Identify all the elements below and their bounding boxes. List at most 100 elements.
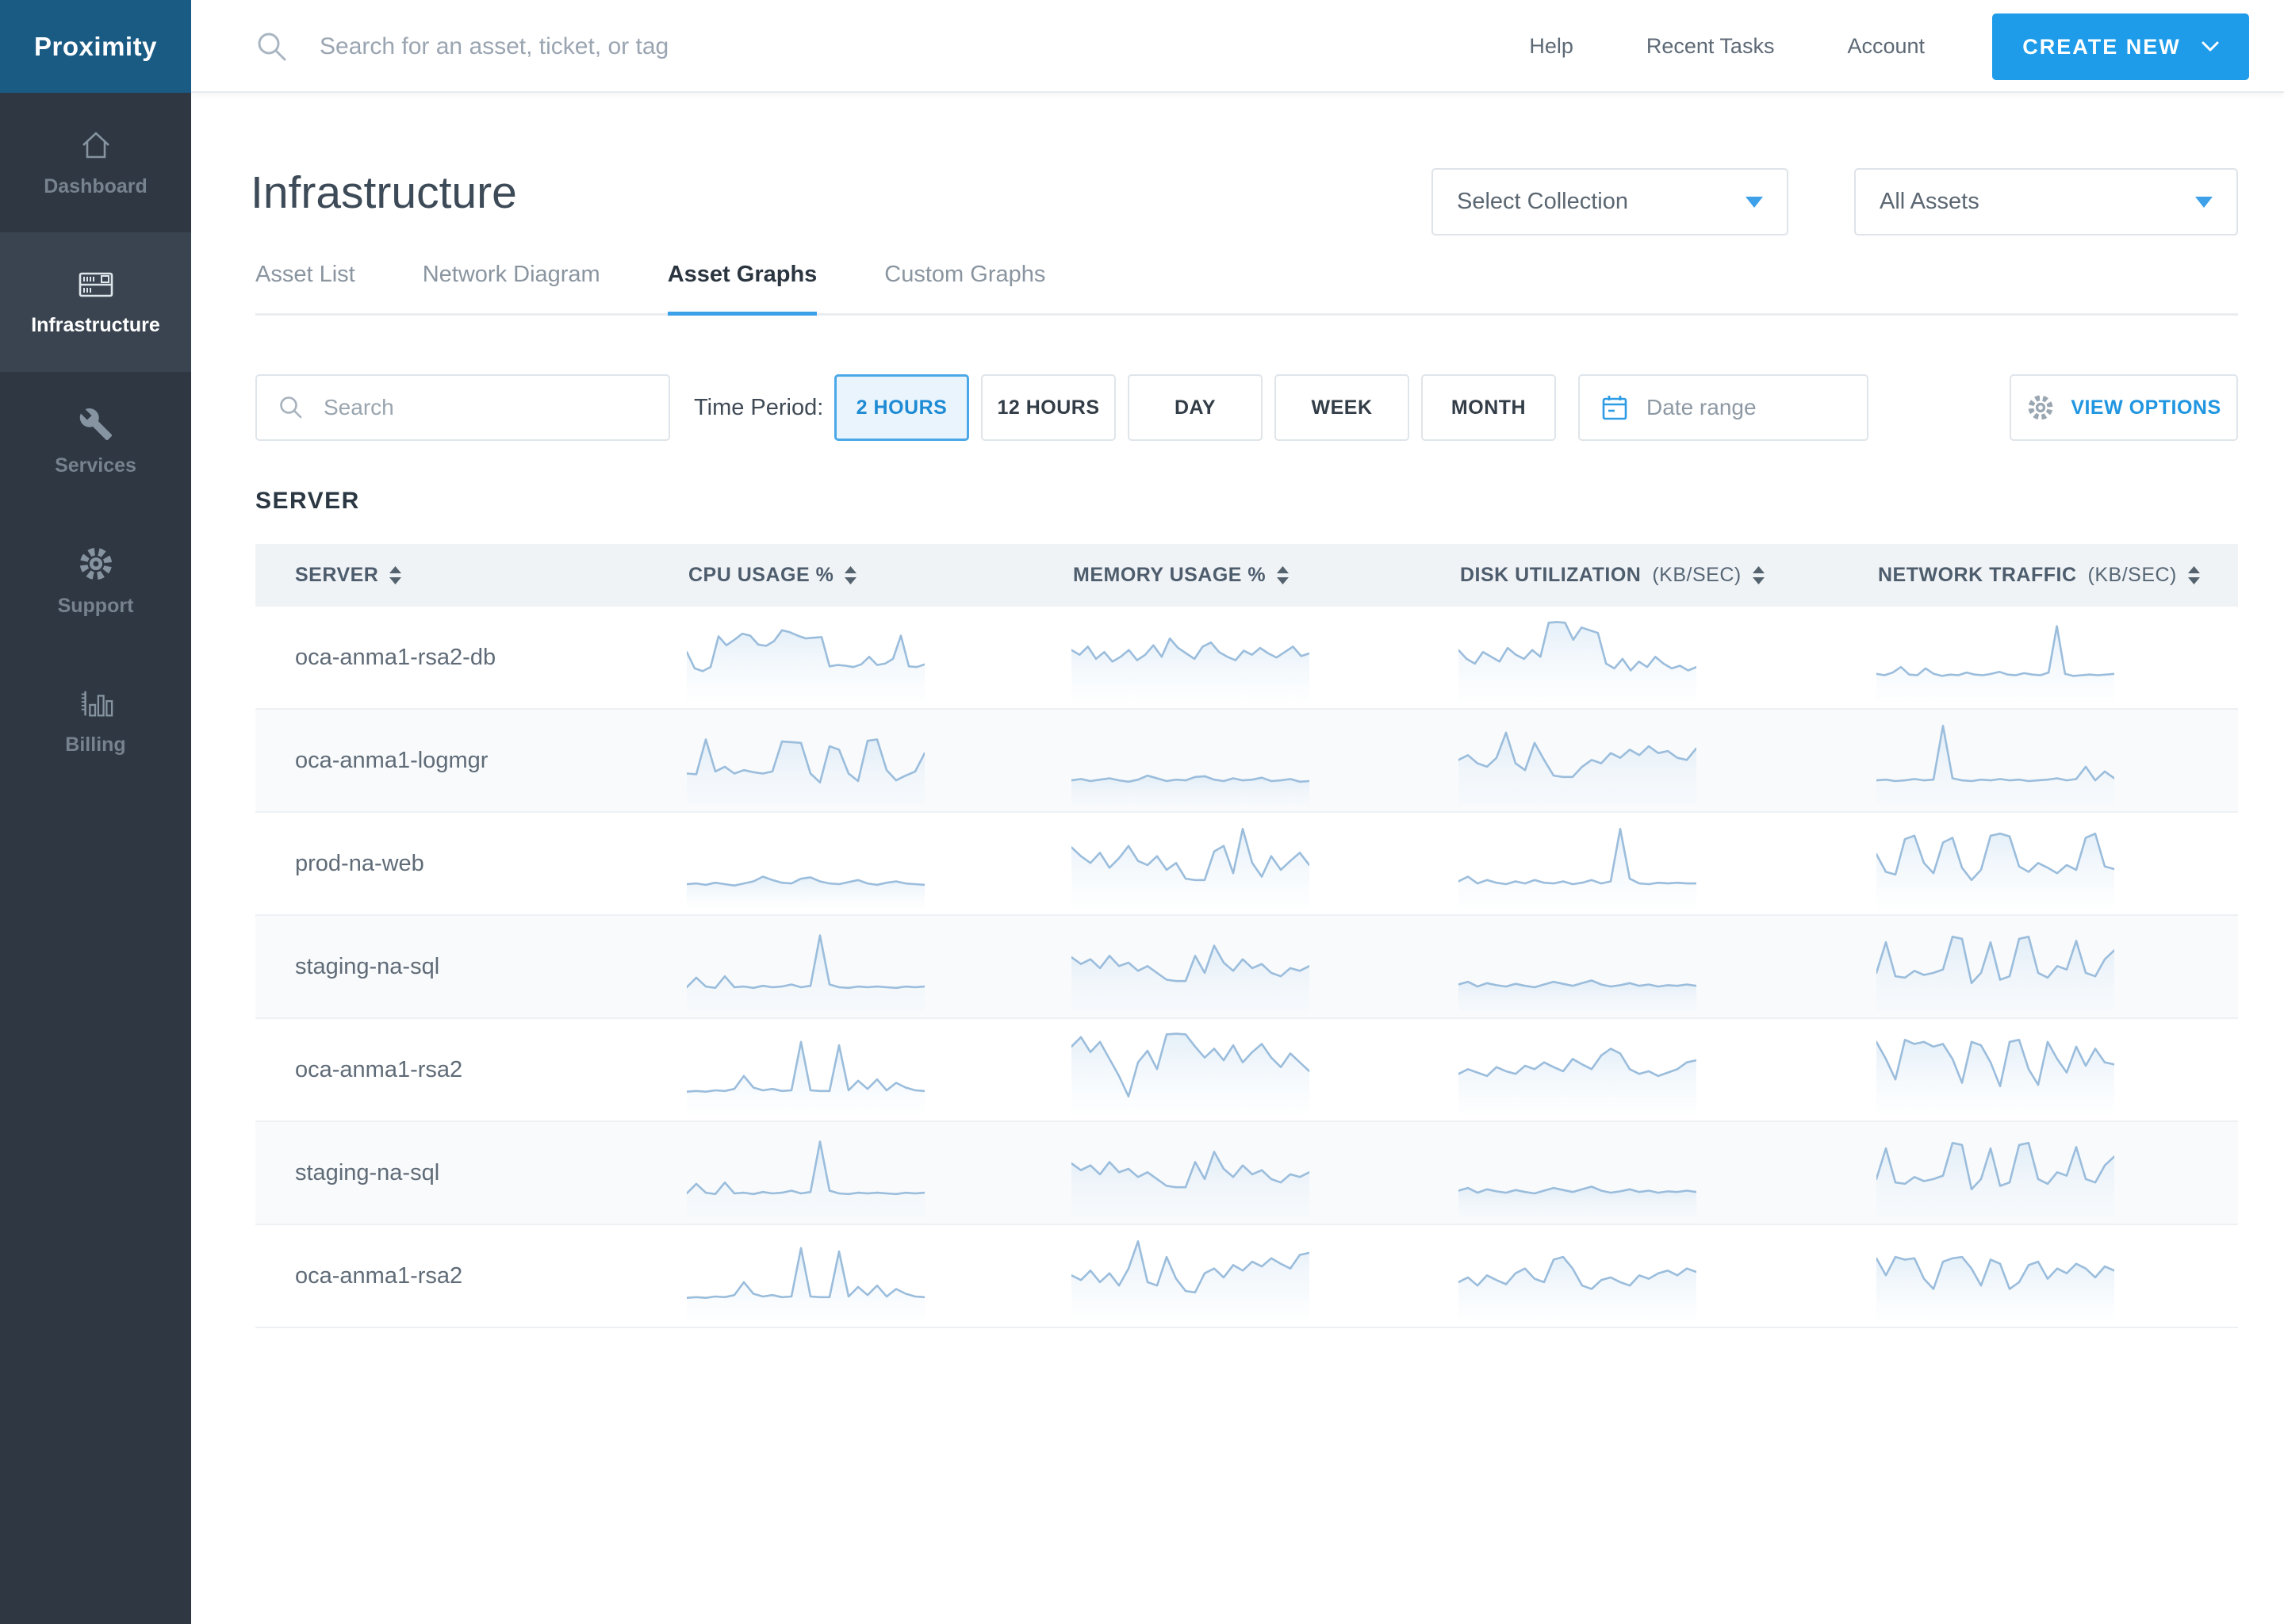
table-row[interactable]: staging-na-sql xyxy=(255,1122,2238,1225)
global-search-input[interactable]: Search for an asset, ticket, or tag xyxy=(255,0,669,93)
server-cell: staging-na-sql xyxy=(255,954,682,980)
table-search-input[interactable]: Search xyxy=(255,374,670,441)
disk-sparkline xyxy=(1458,979,1696,1011)
table-row[interactable]: oca-anma1-rsa2-db xyxy=(255,607,2238,710)
table-row[interactable]: prod-na-web xyxy=(255,813,2238,916)
dropdown-arrow-icon xyxy=(1746,196,1763,208)
network-sparkline xyxy=(1876,625,2114,702)
period-week-button[interactable]: WEEK xyxy=(1274,374,1409,441)
cpu-cell xyxy=(682,1128,1067,1217)
memory-cell xyxy=(1067,1025,1454,1114)
column-header-network[interactable]: NETWORK TRAFFIC (KB/SEC) xyxy=(1872,564,2238,587)
network-sparkline xyxy=(1876,1255,2114,1320)
sidebar-item-dashboard[interactable]: Dashboard xyxy=(0,93,191,232)
sort-icon xyxy=(389,565,402,584)
network-sparkline xyxy=(1876,832,2114,908)
tab-bar: Asset List Network Diagram Asset Graphs … xyxy=(255,262,2238,316)
column-label: DISK UTILIZATION xyxy=(1460,564,1642,586)
sidebar-item-infrastructure[interactable]: Infrastructure xyxy=(0,232,191,372)
server-cell: oca-anma1-logmgr xyxy=(255,748,682,774)
table-body: oca-anma1-rsa2-db oca-anma1-logmgr prod-… xyxy=(255,607,2238,1328)
memory-sparkline xyxy=(1071,1240,1309,1320)
sort-icon xyxy=(2187,565,2200,584)
network-cell xyxy=(1872,1128,2238,1217)
memory-cell xyxy=(1067,1128,1454,1217)
create-new-button[interactable]: CREATE NEW xyxy=(1992,13,2249,80)
cpu-cell xyxy=(682,922,1067,1011)
account-link[interactable]: Account xyxy=(1847,34,1925,59)
table-row[interactable]: oca-anma1-rsa2 xyxy=(255,1225,2238,1328)
period-12-hours-button[interactable]: 12 HOURS xyxy=(981,374,1116,441)
disk-cell xyxy=(1454,1025,1872,1114)
network-cell xyxy=(1872,1231,2238,1320)
memory-cell xyxy=(1067,716,1454,805)
server-name: staging-na-sql xyxy=(295,1159,440,1185)
tab-custom-graphs[interactable]: Custom Graphs xyxy=(884,262,1045,313)
cpu-sparkline xyxy=(687,1140,925,1217)
assets-dropdown-value: All Assets xyxy=(1880,189,1979,214)
period-month-button[interactable]: MONTH xyxy=(1421,374,1556,441)
cpu-sparkline xyxy=(687,1040,925,1114)
column-unit: (KB/SEC) xyxy=(2087,564,2177,586)
server-name: oca-anma1-rsa2 xyxy=(295,1056,463,1082)
disk-cell xyxy=(1454,922,1872,1011)
cpu-sparkline xyxy=(687,875,925,908)
tab-asset-graphs[interactable]: Asset Graphs xyxy=(667,262,817,316)
server-rack-icon xyxy=(79,272,113,297)
collection-dropdown[interactable]: Select Collection xyxy=(1431,168,1788,236)
network-cell xyxy=(1872,716,2238,805)
period-2-hours-button[interactable]: 2 HOURS xyxy=(834,374,969,441)
table-row[interactable]: staging-na-sql xyxy=(255,916,2238,1019)
sidebar-item-label: Billing xyxy=(65,733,126,756)
column-header-disk[interactable]: DISK UTILIZATION (KB/SEC) xyxy=(1454,564,1872,587)
page-title: Infrastructure xyxy=(251,167,517,218)
network-sparkline xyxy=(1876,1038,2114,1114)
network-sparkline xyxy=(1876,935,2114,1011)
sidebar-item-support[interactable]: Support xyxy=(0,511,191,651)
disk-sparkline xyxy=(1458,1255,1696,1320)
network-cell xyxy=(1872,819,2238,908)
memory-sparkline xyxy=(1071,944,1309,1011)
memory-sparkline xyxy=(1071,1151,1309,1217)
period-day-button[interactable]: DAY xyxy=(1128,374,1263,441)
disk-cell xyxy=(1454,819,1872,908)
brand-logo: Proximity xyxy=(0,0,191,93)
memory-cell xyxy=(1067,613,1454,702)
disk-sparkline xyxy=(1458,621,1696,702)
sidebar-item-services[interactable]: Services xyxy=(0,372,191,511)
table-row[interactable]: oca-anma1-rsa2 xyxy=(255,1019,2238,1122)
sidebar-item-label: Support xyxy=(57,594,134,617)
server-cell: staging-na-sql xyxy=(255,1160,682,1186)
tab-asset-list[interactable]: Asset List xyxy=(255,262,355,313)
sidebar-item-billing[interactable]: Billing xyxy=(0,651,191,791)
column-label: CPU USAGE % xyxy=(688,564,834,586)
disk-sparkline xyxy=(1458,731,1696,805)
view-options-button[interactable]: VIEW OPTIONS xyxy=(2010,374,2238,441)
topbar-links: Help Recent Tasks Account xyxy=(1529,0,1925,93)
memory-cell xyxy=(1067,1231,1454,1320)
column-header-server[interactable]: SERVER xyxy=(255,564,682,587)
assets-dropdown[interactable]: All Assets xyxy=(1854,168,2238,236)
tab-network-diagram[interactable]: Network Diagram xyxy=(423,262,600,313)
server-cell: oca-anma1-rsa2-db xyxy=(255,645,682,671)
network-cell xyxy=(1872,613,2238,702)
global-search-placeholder: Search for an asset, ticket, or tag xyxy=(320,33,669,59)
time-period-label: Time Period: xyxy=(694,394,824,420)
sort-icon xyxy=(1752,565,1765,584)
column-header-memory[interactable]: MEMORY USAGE % xyxy=(1067,564,1454,587)
gear-icon xyxy=(79,547,112,580)
disk-cell xyxy=(1454,1231,1872,1320)
home-icon xyxy=(82,131,109,158)
column-header-cpu[interactable]: CPU USAGE % xyxy=(682,564,1067,587)
filter-row: Search Time Period: 2 HOURS 12 HOURS DAY… xyxy=(255,374,2238,441)
help-link[interactable]: Help xyxy=(1529,34,1573,59)
topbar: Search for an asset, ticket, or tag Help… xyxy=(191,0,2284,93)
column-label: MEMORY USAGE % xyxy=(1073,564,1267,586)
cpu-cell xyxy=(682,716,1067,805)
table-row[interactable]: oca-anma1-logmgr xyxy=(255,710,2238,813)
recent-tasks-link[interactable]: Recent Tasks xyxy=(1646,34,1775,59)
date-range-input[interactable]: Date range xyxy=(1578,374,1868,441)
table-header-row: SERVER CPU USAGE % MEMORY USAGE % DISK U… xyxy=(255,544,2238,607)
cpu-cell xyxy=(682,1025,1067,1114)
network-cell xyxy=(1872,922,2238,1011)
